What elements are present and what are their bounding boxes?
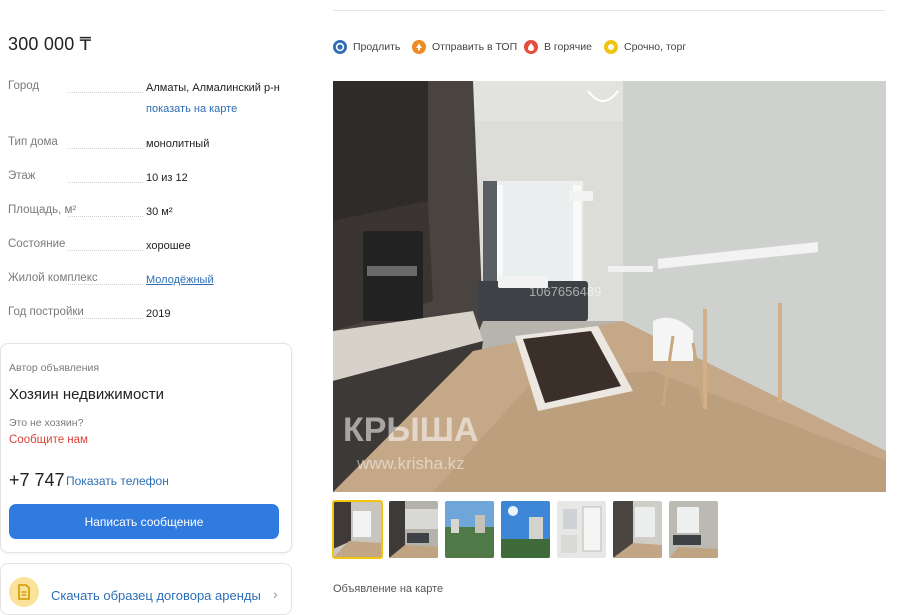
param-leader: [68, 216, 143, 217]
action-urgent[interactable]: Срочно, торг: [604, 38, 686, 56]
urgent-icon: [604, 40, 618, 54]
thumbnail-2[interactable]: [389, 501, 438, 558]
action-send-top[interactable]: Отправить в ТОП: [412, 38, 517, 56]
param-row-house-type: Тип дома монолитный: [8, 136, 288, 156]
param-row-city: Город Алматы, Алмалинский р-н: [8, 80, 288, 100]
param-label: Этаж: [8, 170, 40, 182]
residential-complex-link[interactable]: Молодёжный: [146, 274, 214, 286]
param-leader: [68, 92, 143, 93]
contract-card[interactable]: Скачать образец договора аренды ›: [0, 563, 292, 615]
param-value: 10 из 12: [146, 172, 188, 184]
param-leader: [68, 284, 143, 285]
param-row-condition: Состояние хорошее: [8, 238, 288, 258]
action-label: В горячие: [544, 41, 592, 53]
thumbnail-1[interactable]: [332, 500, 383, 559]
document-icon: [9, 577, 39, 607]
param-row-year: Год постройки 2019: [8, 306, 288, 326]
param-row-floor: Этаж 10 из 12: [8, 170, 288, 190]
param-row-area: Площадь, м² 30 м²: [8, 204, 288, 224]
param-value: 30 м²: [146, 206, 173, 218]
param-label: Тип дома: [8, 136, 62, 148]
thumbnail-6[interactable]: [613, 501, 662, 558]
owner-name: Хозяин недвижимости: [9, 386, 165, 403]
not-owner-question: Это не хозяин?: [9, 417, 84, 429]
watermark-url: www.krisha.kz: [356, 454, 465, 473]
show-phone-link[interactable]: Показать телефон: [66, 474, 169, 488]
author-card: Автор объявления Хозяин недвижимости Это…: [0, 343, 292, 553]
param-label: Жилой комплекс: [8, 272, 102, 284]
renew-icon: [333, 40, 347, 54]
param-label: Площадь, м²: [8, 204, 81, 216]
listing-number: 1067656489: [529, 284, 601, 299]
top-arrow-icon: [412, 40, 426, 54]
param-label: Состояние: [8, 238, 70, 250]
write-message-button[interactable]: Написать сообщение: [9, 504, 279, 539]
thumbnail-5[interactable]: [557, 501, 606, 558]
main-photo[interactable]: КРЫША www.krisha.kz 1067656489: [333, 81, 886, 492]
author-title: Автор объявления: [9, 362, 100, 374]
fire-icon: [524, 40, 538, 54]
param-leader: [68, 250, 143, 251]
param-label: Город: [8, 80, 44, 92]
param-leader: [68, 182, 143, 183]
param-leader: [68, 148, 143, 149]
report-link[interactable]: Сообщите нам: [9, 434, 88, 446]
room-illustration: КРЫША www.krisha.kz 1067656489: [333, 81, 886, 492]
action-hot[interactable]: В горячие: [524, 38, 592, 56]
thumbnail-4[interactable]: [501, 501, 550, 558]
top-divider: [333, 10, 885, 11]
param-leader: [68, 318, 143, 319]
listing-price: 300 000 ₸: [8, 34, 92, 54]
param-value: Алматы, Алмалинский р-н: [146, 82, 280, 94]
download-contract-link[interactable]: Скачать образец договора аренды: [51, 588, 261, 603]
param-value: монолитный: [146, 138, 210, 150]
param-value: хорошее: [146, 240, 191, 252]
thumbnail-3[interactable]: [445, 501, 494, 558]
action-label: Отправить в ТОП: [432, 41, 518, 53]
watermark-logo: КРЫША: [343, 411, 478, 449]
map-caption: Объявление на карте: [333, 583, 444, 595]
param-row-complex: Жилой комплекс Молодёжный: [8, 272, 288, 292]
show-on-map-link[interactable]: показать на карте: [146, 103, 237, 115]
param-label: Год постройки: [8, 306, 88, 318]
phone-number: +7 747: [9, 470, 65, 490]
action-label: Продлить: [353, 41, 401, 53]
action-label: Срочно, торг: [624, 41, 687, 53]
thumbnail-7[interactable]: [669, 501, 718, 558]
param-value: 2019: [146, 308, 171, 320]
action-renew[interactable]: Продлить: [333, 38, 400, 56]
